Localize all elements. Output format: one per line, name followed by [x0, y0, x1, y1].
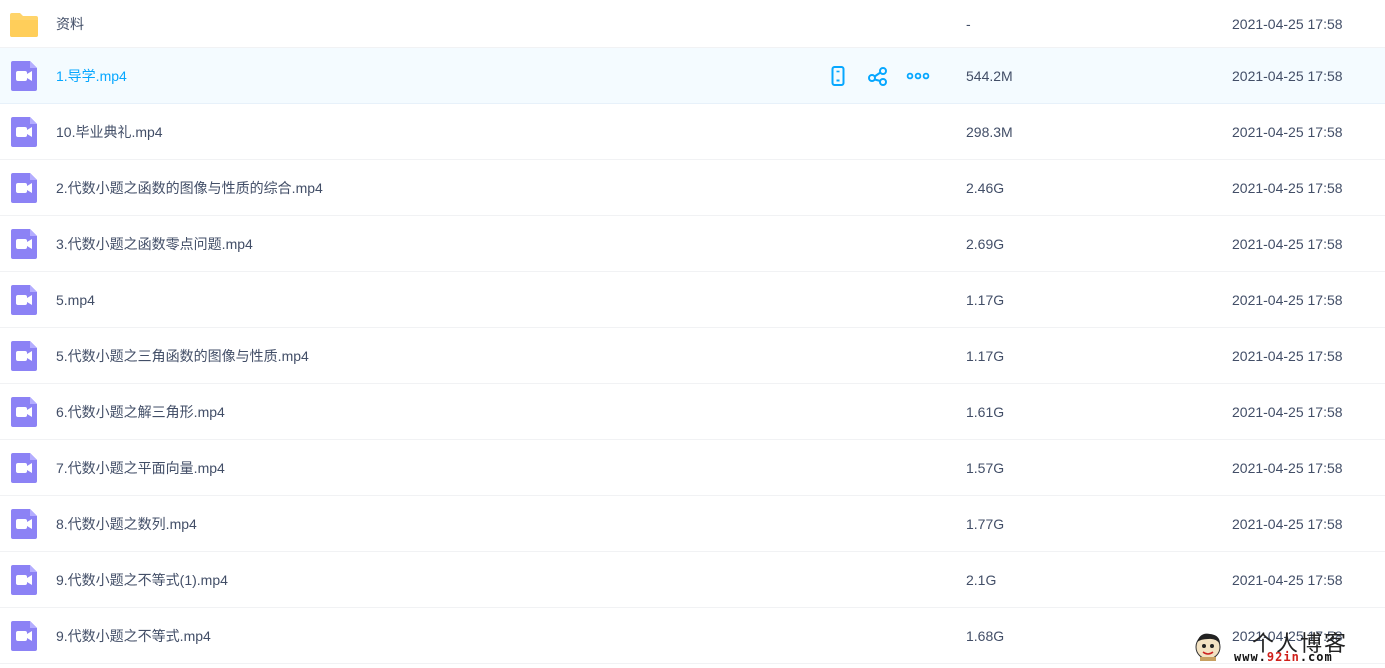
share-icon[interactable] [866, 64, 890, 88]
modified-time: 2021-04-25 17:58 [1232, 15, 1343, 32]
phone-icon[interactable] [826, 64, 850, 88]
file-row[interactable]: 10.毕业典礼.mp4 298.3M 2021-04-25 17:58 [0, 104, 1385, 160]
file-size: 1.77G [966, 515, 1005, 532]
file-size: 1.61G [966, 403, 1005, 420]
modified-time: 2021-04-25 17:58 [1232, 515, 1343, 532]
more-icon[interactable] [906, 64, 930, 88]
file-size: 1.17G [966, 291, 1005, 308]
file-row[interactable]: 1.导学.mp4 544.2M 2021-04-25 17:58 [0, 48, 1385, 104]
file-name-link[interactable]: 资料 [56, 14, 84, 34]
file-name-link[interactable]: 2.代数小题之函数的图像与性质的综合.mp4 [56, 178, 323, 198]
modified-time: 2021-04-25 17:58 [1232, 403, 1343, 420]
file-row[interactable]: 9.代数小题之不等式.mp4 1.68G 2021-04-25 17:58 [0, 608, 1385, 664]
video-file-icon [10, 620, 38, 652]
video-file-icon [10, 116, 38, 148]
file-row[interactable]: 6.代数小题之解三角形.mp4 1.61G 2021-04-25 17:58 [0, 384, 1385, 440]
file-name-link[interactable]: 7.代数小题之平面向量.mp4 [56, 458, 225, 478]
file-row[interactable]: 2.代数小题之函数的图像与性质的综合.mp4 2.46G 2021-04-25 17… [0, 160, 1385, 216]
file-name-link[interactable]: 10.毕业典礼.mp4 [56, 122, 163, 142]
file-name-link[interactable]: 5.mp4 [56, 292, 95, 308]
modified-time: 2021-04-25 17:58 [1232, 459, 1343, 476]
video-file-icon [10, 452, 38, 484]
row-actions [826, 64, 936, 88]
file-list: 资料 - 2021-04-25 17:58 1.导学.mp4 544.2M 2021-04… [0, 0, 1385, 664]
modified-time: 2021-04-25 17:58 [1232, 347, 1343, 364]
video-file-icon [10, 60, 38, 92]
file-row[interactable]: 5.代数小题之三角函数的图像与性质.mp4 1.17G 2021-04-25 17:… [0, 328, 1385, 384]
folder-icon [10, 8, 38, 40]
file-row[interactable]: 3.代数小题之函数零点问题.mp4 2.69G 2021-04-25 17:58 [0, 216, 1385, 272]
file-size: 2.1G [966, 571, 997, 588]
video-file-icon [10, 564, 38, 596]
file-row[interactable]: 8.代数小题之数列.mp4 1.77G 2021-04-25 17:58 [0, 496, 1385, 552]
file-name-link[interactable]: 8.代数小题之数列.mp4 [56, 514, 197, 534]
file-row[interactable]: 9.代数小题之不等式(1).mp4 2.1G 2021-04-25 17:58 [0, 552, 1385, 608]
file-size: 544.2M [966, 67, 1013, 84]
file-name-link[interactable]: 3.代数小题之函数零点问题.mp4 [56, 234, 253, 254]
video-file-icon [10, 172, 38, 204]
video-file-icon [10, 228, 38, 260]
file-name-link[interactable]: 9.代数小题之不等式(1).mp4 [56, 570, 228, 590]
file-size: 1.68G [966, 627, 1005, 644]
video-file-icon [10, 340, 38, 372]
watermark-url: www.92in.com [1234, 650, 1333, 664]
file-size: 1.17G [966, 347, 1005, 364]
modified-time: 2021-04-25 17:58 [1232, 235, 1343, 252]
modified-time: 2021-04-25 17:58 [1232, 123, 1343, 140]
file-name-link[interactable]: 6.代数小题之解三角形.mp4 [56, 402, 225, 422]
file-row[interactable]: 5.mp4 1.17G 2021-04-25 17:58 [0, 272, 1385, 328]
file-size: - [966, 15, 971, 32]
file-name-link[interactable]: 1.导学.mp4 [56, 66, 127, 86]
watermark: 个人博客 www.92in.com [1186, 626, 1376, 666]
file-size: 298.3M [966, 123, 1013, 140]
file-size: 1.57G [966, 459, 1005, 476]
video-file-icon [10, 508, 38, 540]
modified-time: 2021-04-25 17:58 [1232, 67, 1343, 84]
folder-row[interactable]: 资料 - 2021-04-25 17:58 [0, 0, 1385, 48]
modified-time: 2021-04-25 17:58 [1232, 291, 1343, 308]
mascot-icon [1195, 633, 1221, 661]
file-row[interactable]: 7.代数小题之平面向量.mp4 1.57G 2021-04-25 17:58 [0, 440, 1385, 496]
video-file-icon [10, 284, 38, 316]
file-name-link[interactable]: 9.代数小题之不等式.mp4 [56, 626, 211, 646]
video-file-icon [10, 396, 38, 428]
modified-time: 2021-04-25 17:58 [1232, 571, 1343, 588]
modified-time: 2021-04-25 17:58 [1232, 179, 1343, 196]
file-size: 2.69G [966, 235, 1005, 252]
file-name-link[interactable]: 5.代数小题之三角函数的图像与性质.mp4 [56, 346, 309, 366]
file-size: 2.46G [966, 179, 1005, 196]
